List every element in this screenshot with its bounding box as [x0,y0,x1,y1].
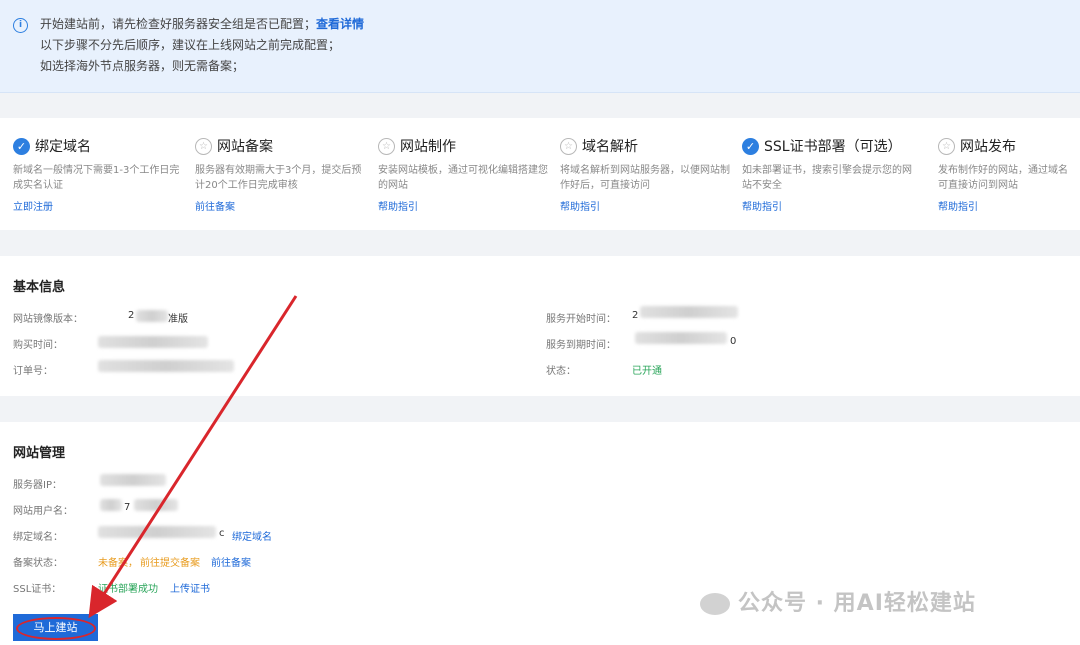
site-user-value: 7 [124,502,131,513]
status-badge: 已开通 [632,366,662,377]
step-title: 绑定域名 [35,139,91,155]
service-end-suffix: 0 [730,336,737,347]
step-desc: 服务器有效期需大于3个月，提交后预计20个工作日完成审核 [195,165,362,191]
notice-lines: 开始建站前，请先检查好服务器安全组是否已配置；查看详情 以下步骤不分先后顺序，建… [40,14,364,77]
section-title: 网站管理 [13,446,66,461]
help-link[interactable]: 帮助指引 [938,198,1073,213]
redacted-value [98,336,208,348]
step-desc: 安装网站模板，通过可视化编辑搭建您的网站 [378,165,548,191]
upload-cert-link[interactable]: 上传证书 [170,580,210,595]
step-title: 网站制作 [400,139,456,155]
annotation-ring [16,617,96,640]
step-dns: ☆ 域名解析 将域名解析到网站服务器，以便网站制作好后，可直接访问 帮助指引 [560,136,735,213]
redacted-value [100,474,166,486]
step-desc: 如未部署证书，搜索引擎会提示您的网站不安全 [742,165,912,191]
check-icon: ✓ [742,137,759,155]
star-icon: ☆ [195,137,212,155]
go-filing-link[interactable]: 前往备案 [211,554,251,569]
service-start-label: 服务开始时间： [546,314,616,325]
bind-domain-link[interactable]: 绑定域名 [232,528,272,543]
view-details-link[interactable]: 查看详情 [316,17,364,31]
site-user-label: 网站用户名： [13,506,73,517]
help-link[interactable]: 帮助指引 [742,198,917,213]
step-publish: ☆ 网站发布 发布制作好的网站，通过域名可直接访问到网站 帮助指引 [938,136,1073,213]
image-version-suffix: 准版 [168,314,188,325]
watermark: 公众号 · 用AI轻松建站 [700,585,976,617]
register-now-link[interactable]: 立即注册 [13,198,188,213]
purchase-time-label: 购买时间： [13,340,63,351]
status-label: 状态： [546,366,576,377]
wechat-icon [700,593,730,615]
redacted-value [134,499,178,511]
redacted-value [98,360,234,372]
step-bind-domain: ✓ 绑定域名 新域名一般情况下需要1-3个工作日完成实名认证 立即注册 [13,136,188,213]
service-start-prefix: 2 [632,310,639,321]
redacted-value [98,526,216,538]
step-filing: ☆ 网站备案 服务器有效期需大于3个月，提交后预计20个工作日完成审核 前往备案 [195,136,370,213]
star-icon: ☆ [560,137,577,155]
notice-line-1: 开始建站前，请先检查好服务器安全组是否已配置；查看详情 [40,17,365,31]
ssl-status-value: 证书部署成功 [98,584,158,595]
notice-line-3: 如选择海外节点服务器，则无需备案； [40,59,245,73]
step-title: 网站发布 [960,139,1016,155]
go-filing-link[interactable]: 前往备案 [195,198,370,213]
redacted-value [635,332,727,344]
step-title: 域名解析 [582,139,638,155]
help-link[interactable]: 帮助指引 [378,198,553,213]
server-ip-label: 服务器IP： [13,480,62,491]
step-title: SSL证书部署（可选） [764,139,902,155]
redacted-value [136,310,168,322]
basic-info-panel: 基本信息 网站镜像版本： 2 准版 购买时间： 订单号： 服务开始时间： 2 服… [0,256,1080,396]
step-site-build: ☆ 网站制作 安装网站模板，通过可视化编辑搭建您的网站 帮助指引 [378,136,553,213]
domain-label: 绑定域名： [13,532,63,543]
redacted-value [640,306,738,318]
image-version-label: 网站镜像版本： [13,314,83,325]
notice-line-2: 以下步骤不分先后顺序，建议在上线网站之前完成配置； [40,38,341,52]
submit-filing-link[interactable]: 前往提交备案 [140,554,200,569]
setup-steps-panel: ✓ 绑定域名 新域名一般情况下需要1-3个工作日完成实名认证 立即注册 ☆ 网站备案… [0,118,1080,230]
image-version-prefix: 2 [128,310,135,321]
redacted-value [100,499,122,511]
service-end-label: 服务到期时间： [546,340,616,351]
ssl-label: SSL证书： [13,584,62,595]
help-link[interactable]: 帮助指引 [560,198,735,213]
filing-status-value: 未备案， [98,558,138,569]
order-no-label: 订单号： [13,366,53,377]
step-desc: 将域名解析到网站服务器，以便网站制作好后，可直接访问 [560,165,730,191]
star-icon: ☆ [378,137,395,155]
notice-banner: i 开始建站前，请先检查好服务器安全组是否已配置；查看详情 以下步骤不分先后顺序… [0,0,1080,93]
step-desc: 发布制作好的网站，通过域名可直接访问到网站 [938,165,1068,191]
step-ssl: ✓ SSL证书部署（可选） 如未部署证书，搜索引擎会提示您的网站不安全 帮助指引 [742,136,917,213]
check-icon: ✓ [13,137,30,155]
domain-value-suffix: c [219,528,225,539]
build-site-button[interactable]: 马上建站 [13,614,98,641]
star-icon: ☆ [938,137,955,155]
step-desc: 新域名一般情况下需要1-3个工作日完成实名认证 [13,165,180,191]
step-title: 网站备案 [217,139,273,155]
section-title: 基本信息 [13,280,66,295]
info-icon: i [13,18,28,33]
filing-status-label: 备案状态： [13,558,63,569]
